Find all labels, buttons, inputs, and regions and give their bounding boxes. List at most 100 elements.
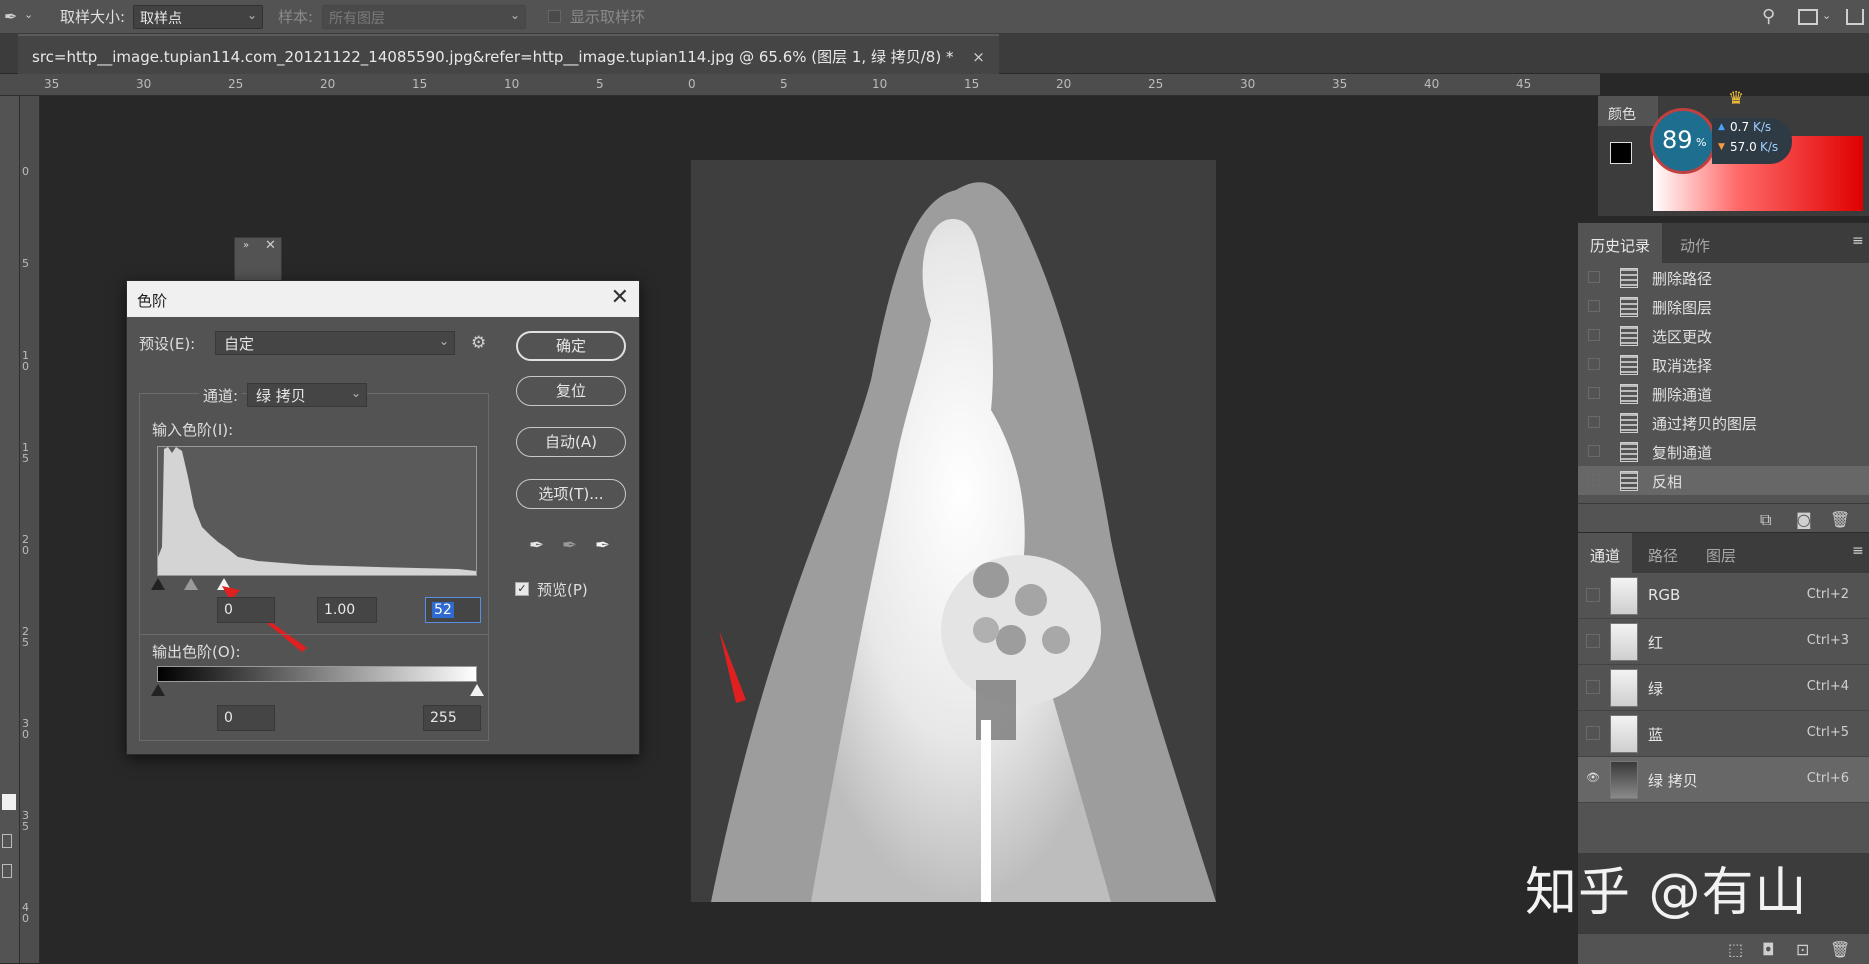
history-snapshot-checkbox[interactable] [1588,445,1600,457]
options-bar: ✒ ⌄ 取样大小: 取样点 ⌄ 样本: 所有图层 ⌄ 显示取样环 ⚲ ⌄ [0,0,1869,34]
document-tab-bar: src=http__image.tupian114.com_20121122_1… [0,34,1869,74]
chevron-down-icon[interactable]: ⌄ [1822,9,1831,22]
workspace-icon[interactable] [1798,9,1818,25]
watermark: 知乎 @有山 [1525,863,1808,923]
input-black-slider[interactable] [151,578,165,590]
tab-paths[interactable]: 路径 [1636,533,1690,573]
collapse-icon[interactable]: » [243,240,249,251]
panel-menu-icon[interactable]: ≡ [1852,543,1864,559]
screen-mode-icon[interactable] [2,864,12,878]
history-item-label: 通过拷贝的图层 [1652,415,1758,433]
channel-row[interactable]: 蓝 Ctrl+5 [1578,711,1869,757]
tab-layers[interactable]: 图层 [1694,533,1748,573]
load-selection-icon[interactable]: ⬚ [1728,940,1743,959]
preview-label: 预览(P) [537,581,588,599]
close-icon[interactable]: ✕ [611,285,629,310]
reset-button[interactable]: 复位 [516,376,626,406]
foreground-swatch[interactable] [1610,142,1632,164]
close-tab-icon[interactable]: × [972,48,985,66]
visibility-toggle[interactable] [1586,588,1600,602]
camera-icon[interactable]: ◙ [1796,510,1812,529]
eye-icon[interactable]: 👁 [1586,772,1600,786]
channel-row-selected[interactable]: 👁 绿 拷贝 Ctrl+6 [1578,757,1869,803]
save-selection-icon[interactable]: ◘ [1762,940,1775,959]
network-speed-widget[interactable]: 89 % ▲ 0.7 K/s ▼ 57.0 K/s ♛ [1650,88,1792,174]
document-icon [1620,268,1638,288]
history-snapshot-checkbox[interactable] [1588,300,1600,312]
trash-icon[interactable]: 🗑 [1830,940,1850,959]
channel-select[interactable]: 绿 拷贝 ⌄ [247,383,367,407]
eyedropper-tool-icon[interactable]: ✒ [4,7,17,26]
sample-size-select[interactable]: 取样点 ⌄ [133,5,263,29]
history-item[interactable]: 取消选择 [1578,350,1869,379]
channels-footer: ⬚ ◘ ⊡ 🗑 [1578,933,1869,964]
channel-shortcut: Ctrl+6 [1806,771,1849,786]
trash-icon[interactable]: 🗑 [1830,510,1850,529]
document-tab[interactable]: src=http__image.tupian114.com_20121122_1… [18,34,999,74]
gear-icon[interactable]: ⚙ [471,333,486,353]
show-ring-checkbox[interactable] [548,10,561,23]
new-channel-icon[interactable]: ⊡ [1796,940,1809,959]
history-item[interactable]: 通过拷贝的图层 [1578,408,1869,437]
ok-button[interactable]: 确定 [516,331,626,361]
channel-row[interactable]: RGB Ctrl+2 [1578,573,1869,619]
input-gamma-field[interactable]: 1.00 [317,597,377,623]
tab-history[interactable]: 历史记录 [1578,223,1663,263]
auto-button[interactable]: 自动(A) [516,427,626,457]
white-eyedropper-icon[interactable]: ✒ [595,535,610,556]
gray-eyedropper-icon[interactable]: ✒ [562,535,577,556]
ruler-tick-label: 30 [1240,77,1256,91]
channel-row[interactable]: 绿 Ctrl+4 [1578,665,1869,711]
input-black-field[interactable]: 0 [217,597,275,623]
black-eyedropper-icon[interactable]: ✒ [529,535,544,556]
foreground-color-swatch[interactable] [2,794,16,810]
channel-shortcut: Ctrl+5 [1806,725,1849,740]
preset-select[interactable]: 自定 ⌄ [215,331,455,355]
share-icon[interactable] [1846,9,1864,25]
ruler-vertical: 0 5 1 0 1 5 2 0 2 5 3 0 3 5 4 0 [20,96,40,963]
chevron-down-icon[interactable]: ⌄ [24,8,33,21]
histogram [157,446,477,576]
history-item[interactable]: 选区更改 [1578,321,1869,350]
new-document-from-state-icon[interactable]: ⧉ [1760,510,1771,530]
history-snapshot-checkbox[interactable] [1588,271,1600,283]
history-snapshot-checkbox[interactable] [1588,358,1600,370]
options-button[interactable]: 选项(T)... [516,479,626,509]
output-white-slider[interactable] [470,684,484,696]
history-item-selected[interactable]: 反相 [1578,466,1869,495]
input-gamma-slider[interactable] [184,578,198,590]
quick-mask-icon[interactable] [2,834,12,848]
visibility-toggle[interactable] [1586,634,1600,648]
tab-actions[interactable]: 动作 [1668,223,1722,263]
history-item[interactable]: 删除通道 [1578,379,1869,408]
history-snapshot-checkbox[interactable] [1588,329,1600,341]
history-snapshot-checkbox[interactable] [1588,474,1600,486]
channel-row[interactable]: 红 Ctrl+3 [1578,619,1869,665]
history-item[interactable]: 复制通道 [1578,437,1869,466]
tab-channels[interactable]: 通道 [1578,533,1633,573]
output-white-field[interactable]: 255 [423,705,481,731]
input-white-field[interactable]: 52 [425,597,481,623]
upload-unit: K/s [1753,120,1772,134]
history-snapshot-checkbox[interactable] [1588,416,1600,428]
history-item[interactable]: 删除路径 [1578,263,1869,292]
levels-dialog-title: 色阶 [137,292,168,310]
ruler-tick-label: 1 5 [22,441,29,465]
output-levels-label: 输出色阶(O): [152,643,241,661]
color-panel-tab[interactable]: 颜色 [1598,96,1658,126]
output-black-field[interactable]: 0 [217,705,275,731]
document-canvas-image[interactable] [691,160,1216,902]
panel-menu-icon[interactable]: ≡ [1852,233,1864,249]
preview-checkbox[interactable]: ✓ [515,582,529,596]
sample-select[interactable]: 所有图层 ⌄ [322,5,526,29]
history-snapshot-checkbox[interactable] [1588,387,1600,399]
speed-percent: 89 [1662,126,1693,154]
ruler-tick-label: 30 [136,77,152,91]
search-icon[interactable]: ⚲ [1762,6,1775,27]
visibility-toggle[interactable] [1586,726,1600,740]
floating-panel: » ✕ [234,237,282,281]
history-item[interactable]: 删除图层 [1578,292,1869,321]
close-icon[interactable]: ✕ [265,238,276,253]
visibility-toggle[interactable] [1586,680,1600,694]
output-black-slider[interactable] [151,684,165,696]
